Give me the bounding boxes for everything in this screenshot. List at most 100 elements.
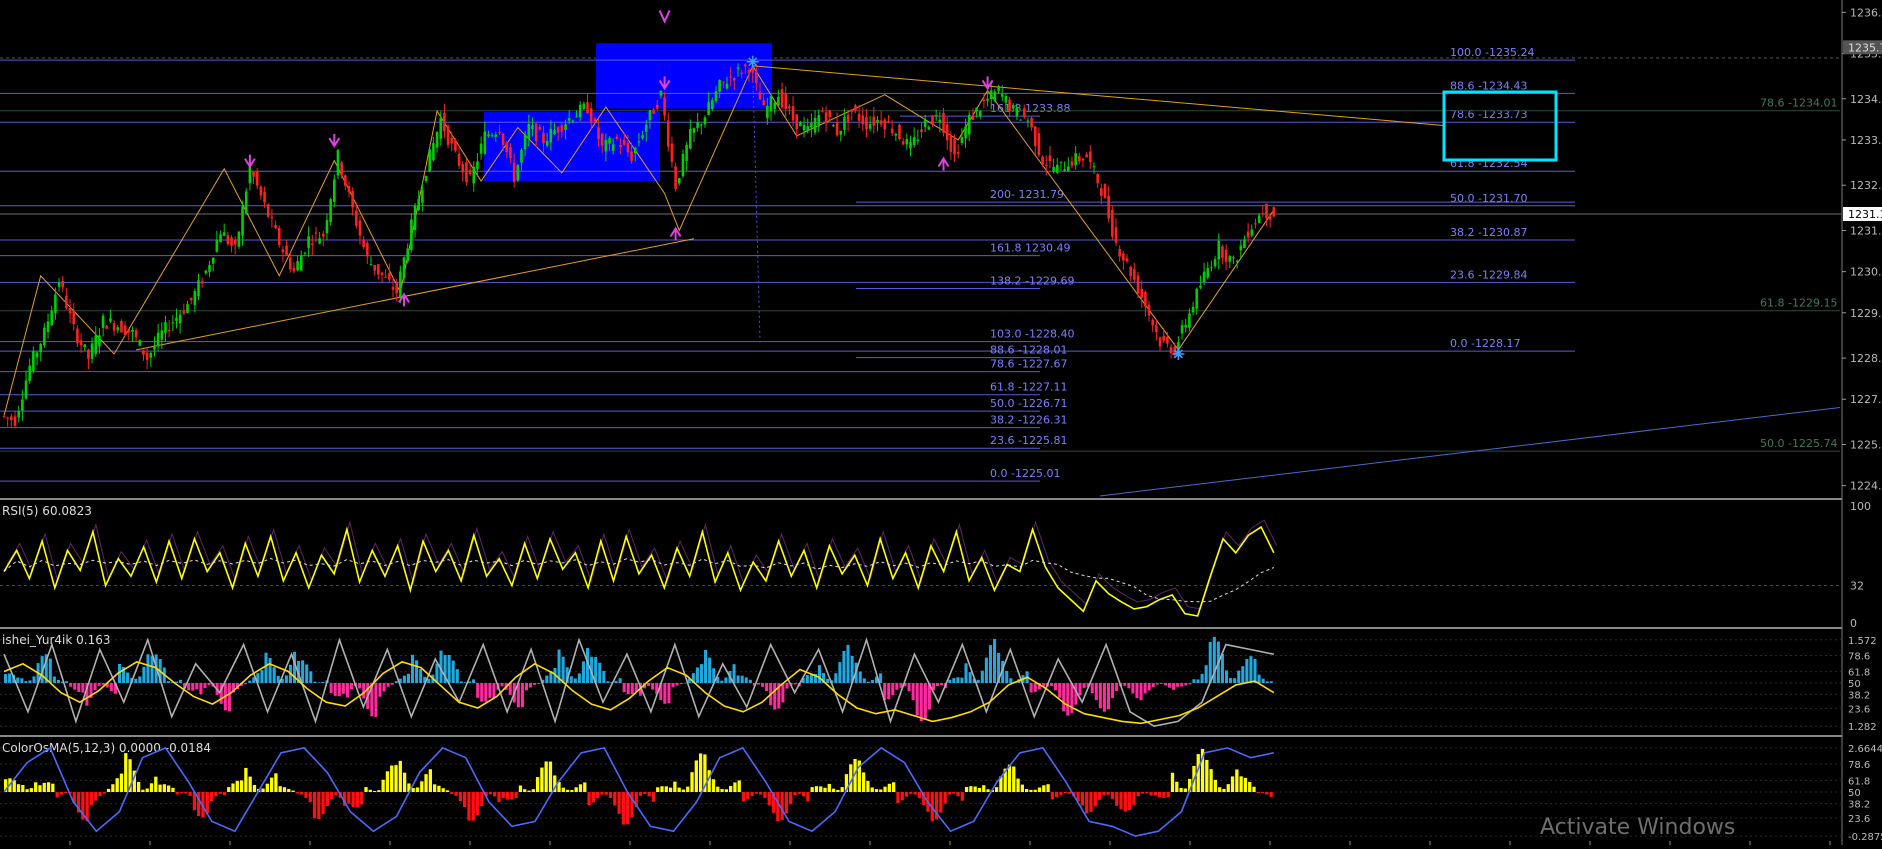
yur4ik-hist-bar [191,683,195,691]
osma-hist-bar [12,780,16,792]
osma-hist-bar [55,792,59,798]
candle-body [813,117,817,133]
yur4ik-hist-bar [805,675,809,683]
yur4ik-hist-bar [394,681,398,683]
yur4ik-hist-bar [386,683,390,687]
yur4ik-hist-bar [1029,683,1033,693]
yur4ik-hist-bar [1123,683,1127,686]
osma-hist-bar [197,792,201,817]
candle-body [50,310,54,326]
yur4ik-hist-bar [866,681,870,683]
osma-hist-bar [282,787,287,792]
price-tick-label: 1229.1 [1850,307,1882,320]
osma-hist-bar [278,786,282,792]
yur4ik-hist-bar [1233,678,1237,683]
osma-hist-bar [415,787,420,792]
osma-hist-bar [1145,792,1149,794]
yur4ik-hist-bar [618,678,622,683]
yur4ik-hist-bar [301,660,305,683]
yur4ik-hist-bar [480,683,484,702]
yur4ik-hist-bar [1106,683,1111,710]
candle-body [894,134,898,136]
candle-body [773,102,776,110]
candle-body [1147,304,1151,316]
candle-body [1206,268,1210,278]
candle-body [222,232,226,236]
osma-hist-bar [660,786,664,792]
trading-terminal: 1236.41235.41234.31233.31232.21231.11230… [0,0,1882,847]
candle-body [164,322,167,333]
candle-body [424,175,428,181]
osma-hist-bar [677,787,681,792]
candle-body [945,124,949,141]
candle-body [318,238,321,244]
osma-hist-bar [750,792,754,797]
candle-body [523,134,527,150]
yur4ik-hist-bar [744,677,748,683]
osma-hist-bar [34,782,38,792]
candle-body [340,162,343,175]
candle-body [597,127,600,140]
yur4ik-hist-bar [313,681,317,683]
yur4ik-hist-bar [337,683,341,697]
candle-body [696,122,699,129]
osma-hist-bar [943,792,947,804]
osma-hist-bar [591,792,596,803]
candle-body [1250,229,1254,236]
candle-body [714,91,718,102]
osma-hist-bar [561,787,565,792]
candle-body [10,416,13,421]
candle-body [633,147,637,154]
candle-body [200,281,204,284]
yur4ik-hist-bar [756,683,761,685]
candle-body [28,365,31,381]
osma-hist-bar [956,792,960,797]
candle-body [1151,319,1155,326]
osma-hist-bar [1123,792,1127,812]
chart-canvas[interactable]: 1236.41235.41234.31233.31232.21231.11230… [0,0,1882,847]
osma-hist-bar [643,792,647,794]
yur4ik-hist-bar [16,677,20,683]
candle-body [1052,166,1055,172]
osma-hist-bar [1025,789,1029,792]
osma-hist-bar [793,792,797,796]
fib-level-label: 161.8 1233.88 [990,102,1070,115]
osma-hist-bar [939,792,943,813]
candle-body [299,255,303,271]
candle-body [890,128,894,134]
candle-body [975,107,978,111]
candle-body [1155,325,1158,333]
osma-hist-bar [355,792,360,808]
yur4ik-hist-bar [358,683,362,689]
yur4ik-tick-label: 50 [1848,679,1861,690]
candle-body [806,126,810,131]
yur4ik-hist-bar [545,675,549,683]
candle-body [46,321,50,332]
yur4ik-hist-bar [65,681,69,683]
candle-body [923,119,927,127]
osma-hist-bar [158,784,162,792]
yur4ik-hist-bar [960,677,964,683]
price-tick-label: 1224.9 [1850,480,1882,493]
yur4ik-hist-bar [561,656,565,683]
candle-body [428,149,432,172]
yur4ik-hist-bar [838,662,842,683]
candle-body [1081,158,1085,161]
fib-level-label: 161.8 1230.49 [990,242,1070,255]
candle-body [802,124,806,131]
candle-body [1044,164,1048,166]
yur4ik-hist-bar [915,683,919,716]
candle-body [1030,117,1033,128]
osma-hist-bar [1042,785,1046,792]
candle-body [351,190,354,208]
osma-hist-bar [1020,784,1025,792]
osma-hist-bar [1106,792,1110,795]
candle-body [722,81,725,83]
yur4ik-hist-bar [1168,683,1172,688]
osma-hist-bar [295,792,300,794]
osma-hist-bar [836,789,840,792]
candle-body [531,125,534,130]
osma-hist-bar [179,792,184,794]
yur4ik-hist-bar [142,666,146,683]
osma-hist-bar [617,792,621,814]
